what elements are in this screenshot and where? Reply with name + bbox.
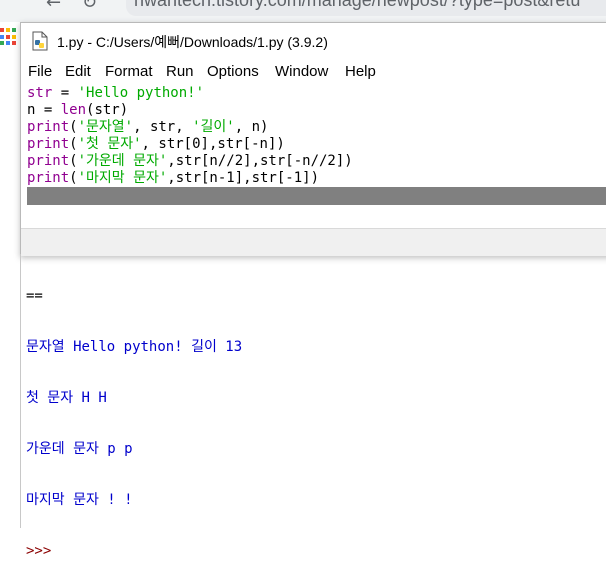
menu-edit[interactable]: Edit (65, 63, 91, 80)
python-file-icon (32, 31, 48, 51)
code-token: len (60, 102, 87, 118)
menu-bar: File Edit Format Run Options Window Help (21, 59, 606, 85)
code-token: '마지막 문자' (77, 170, 168, 186)
code-token: str (27, 85, 53, 101)
menu-format[interactable]: Format (105, 63, 153, 80)
shell-prompt[interactable]: >>> (26, 543, 606, 560)
code-token: ( (69, 153, 78, 169)
code-token: (str) (86, 102, 129, 118)
menu-help[interactable]: Help (345, 63, 376, 80)
apps-grid-icon[interactable] (0, 28, 18, 46)
menu-options[interactable]: Options (207, 63, 259, 80)
back-icon[interactable]: ← (46, 0, 61, 13)
code-token: ( (69, 170, 78, 186)
output-line: 가운데 문자 p p (26, 441, 133, 457)
code-token: print (27, 170, 70, 186)
address-bar[interactable]: hwantech.tistory.com/manage/newpost/?typ… (126, 0, 606, 16)
menu-file[interactable]: File (28, 63, 52, 80)
code-token: ,str[n-1],str[-1]) (167, 170, 319, 186)
title-bar[interactable]: 1.py - C:/Users/예뻐/Downloads/1.py (3.9.2… (21, 23, 606, 59)
code-line[interactable]: print('가운데 문자',str[n//2],str[-n//2]) (27, 153, 606, 170)
code-token: print (27, 119, 70, 135)
code-token: 'Hello python!' (77, 85, 205, 101)
code-line[interactable]: str = 'Hello python!' (27, 85, 606, 102)
restart-separator: == (26, 288, 43, 304)
code-token: , str[0],str[-n]) (141, 136, 285, 152)
code-token: ,str[n//2],str[-n//2]) (167, 153, 353, 169)
browser-background: ← ↻ hwantech.tistory.com/manage/newpost/… (0, 0, 606, 22)
code-token: '가운데 문자' (77, 153, 168, 169)
code-token: print (27, 136, 70, 152)
address-text: hwantech.tistory.com/manage/newpost/?typ… (134, 0, 581, 10)
editor-status-area (21, 228, 606, 256)
code-token: '첫 문자' (77, 136, 142, 152)
output-line: 마지막 문자 ! ! (26, 492, 133, 508)
window-title: 1.py - C:/Users/예뻐/Downloads/1.py (3.9.2… (57, 34, 328, 50)
code-token: n = (27, 102, 61, 118)
code-line[interactable]: print('첫 문자', str[0],str[-n]) (27, 136, 606, 153)
output-line: 문자열 Hello python! 길이 13 (26, 339, 243, 355)
code-editor[interactable]: str = 'Hello python!' n = len(str) print('… (27, 85, 606, 229)
code-token: '문자열' (77, 119, 134, 135)
code-token: ( (69, 136, 78, 152)
code-token: '길이' (192, 119, 235, 135)
shell-left-border (20, 254, 21, 528)
output-line: 첫 문자 H H (26, 390, 107, 406)
code-line[interactable]: print('문자열', str, '길이', n) (27, 119, 606, 136)
code-line[interactable]: n = len(str) (27, 102, 606, 119)
editor-window: 1.py - C:/Users/예뻐/Downloads/1.py (3.9.2… (20, 22, 606, 256)
code-token: , n) (234, 119, 269, 135)
reload-icon[interactable]: ↻ (82, 0, 97, 13)
code-token: ( (69, 119, 78, 135)
code-line[interactable]: print('마지막 문자',str[n-1],str[-1]) (27, 170, 606, 187)
code-token: , str, (133, 119, 193, 135)
menu-window[interactable]: Window (275, 63, 328, 80)
code-token: = (52, 85, 78, 101)
code-token: print (27, 153, 70, 169)
menu-run[interactable]: Run (166, 63, 194, 80)
shell-output[interactable]: == 문자열 Hello python! 길이 13 첫 문자 H H 가운데 … (26, 254, 606, 559)
